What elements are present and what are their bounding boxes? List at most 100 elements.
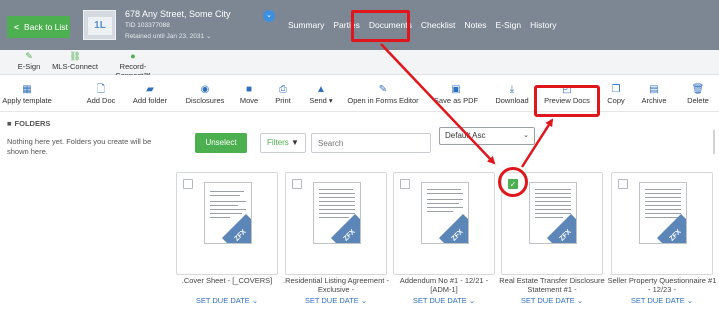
template-icon: ▦ [22,84,32,95]
pen-icon: ✎ [25,51,33,61]
set-due-date-link[interactable]: SET DUE DATE ⌄ [281,296,391,305]
mls-connect-button[interactable]: ⛓ MLS-Connect [50,51,100,71]
search-input[interactable] [311,133,431,153]
property-thumbnail[interactable]: 1L [83,10,116,40]
delete-button[interactable]: 🗑 Delete [683,83,713,105]
expand-details-icon[interactable]: ⌄ [263,10,275,22]
folders-heading: ■ FOLDERS [7,119,50,128]
set-due-date-link[interactable]: SET DUE DATE ⌄ [497,296,607,305]
print-icon: ⎙ [279,84,287,95]
set-due-date-link[interactable]: SET DUE DATE ⌄ [389,296,499,305]
document-card[interactable]: ZFX [176,172,278,275]
chevron-left-icon: < [14,22,19,32]
link-icon: ⛓ [69,51,81,61]
folders-title: FOLDERS [14,119,51,128]
set-due-date-link[interactable]: SET DUE DATE ⌄ [172,296,282,305]
edit-icon: ✎ [378,84,388,95]
mls-connect-label: MLS-Connect [52,62,98,71]
document-card[interactable]: ZFX [285,172,387,275]
document-thumbnail[interactable]: ZFX [529,182,577,244]
folder-icon: ■ [7,119,12,128]
move-button[interactable]: ■ Move [236,83,262,105]
transaction-id: TID 103377088 [125,22,170,29]
transaction-tabs: Summary Parties Documents Checklist Note… [288,17,566,33]
filters-button[interactable]: Filters ▼ [260,133,306,153]
document-title[interactable]: Seller Property Questionnaire #1 - 12/23… [607,276,717,294]
document-title[interactable]: .Cover Sheet - [_COVERS] [172,276,282,285]
archive-button[interactable]: ▤ Archive [637,83,671,105]
property-thumbnail-glyph: 1L [88,17,112,35]
add-doc-label: Add Doc [86,96,116,105]
archive-label: Archive [641,96,667,105]
document-thumbnail[interactable]: ZFX [313,182,361,244]
download-label: Download [495,96,529,105]
tab-checklist[interactable]: Checklist [421,17,455,33]
disclosures-button[interactable]: ◉ Disclosures [182,83,228,105]
document-thumbnail[interactable]: ZFX [639,182,687,244]
document-thumbnail[interactable]: ZFX [421,182,469,244]
document-checkbox[interactable] [292,179,302,189]
add-doc-button[interactable]: 🗋 Add Doc [84,83,118,105]
integration-bar: ✎ E-Sign ⛓ MLS-Connect ● Record-Connect™ [0,50,719,80]
print-label: Print [275,96,291,105]
disclosures-icon: ◉ [200,84,210,95]
open-forms-editor-button[interactable]: ✎ Open in Forms Editor [344,83,422,105]
tab-esign[interactable]: E-Sign [496,17,522,33]
open-forms-editor-label: Open in Forms Editor [347,96,419,105]
sort-select[interactable]: Default Asc ⌄ [439,127,535,145]
retention-date[interactable]: Retained until Jan 23, 2031 ⌄ [125,32,211,40]
property-address: 678 Any Street, Some City [125,9,231,19]
set-due-date-link[interactable]: SET DUE DATE ⌄ [607,296,717,305]
apply-template-button[interactable]: ▦ Apply template [2,83,52,105]
back-to-list-label: Back to List [23,22,68,32]
pdf-icon: ▣ [451,84,461,95]
send-icon: ▲ [316,84,326,95]
back-to-list-button[interactable]: < Back to List [7,16,70,38]
sort-select-value: Default Asc [445,131,486,140]
send-label: Send ▾ [309,96,333,105]
document-title[interactable]: Real Estate Transfer Disclosure Statemen… [497,276,607,294]
delete-icon: 🗑 [691,84,705,95]
copy-button[interactable]: ❐ Copy [604,83,628,105]
esign-integration-button[interactable]: ✎ E-Sign [14,51,44,71]
chevron-down-icon: ⌄ [523,132,529,139]
download-icon: ⤓ [509,84,515,95]
record-icon: ● [130,51,136,61]
tab-summary[interactable]: Summary [288,17,324,33]
save-as-pdf-button[interactable]: ▣ Save as PDF [432,83,480,105]
document-title[interactable]: .Residential Listing Agreement - Exclusi… [281,276,391,294]
add-doc-icon: 🗋 [96,84,106,95]
apply-template-label: Apply template [2,96,52,105]
scroll-edge [713,130,715,154]
add-folder-button[interactable]: ▰ Add folder [130,83,170,105]
unselect-button[interactable]: Unselect [195,133,247,153]
send-button[interactable]: ▲ Send ▾ [305,83,337,105]
folders-pane: ■ FOLDERS Nothing here yet. Folders you c… [0,112,170,310]
selected-checkbox-highlight [498,167,528,197]
tab-history[interactable]: History [530,17,556,33]
move-icon: ■ [245,84,253,95]
move-label: Move [239,96,259,105]
document-card[interactable]: ZFX [611,172,713,275]
save-as-pdf-label: Save as PDF [433,96,479,105]
add-folder-label: Add folder [132,96,168,105]
preview-docs-highlight [534,85,600,117]
folders-empty-message: Nothing here yet. Folders you create wil… [7,137,152,156]
filters-label: Filters [267,138,289,147]
document-card[interactable]: ZFX [393,172,495,275]
download-button[interactable]: ⤓ Download [494,83,530,105]
delete-label: Delete [687,96,709,105]
tab-notes[interactable]: Notes [464,17,486,33]
document-title[interactable]: Addendum No #1 - 12/21 - [ADM-1] [389,276,499,294]
document-thumbnail[interactable]: ZFX [204,182,252,244]
add-folder-icon: ▰ [146,84,154,95]
copy-icon: ❐ [611,84,621,95]
print-button[interactable]: ⎙ Print [271,83,295,105]
documents-toolbar: ▦ Apply template 🗋 Add Doc ▰ Add folder … [0,75,719,112]
document-checkbox[interactable] [183,179,193,189]
esign-integration-label: E-Sign [17,62,41,71]
archive-icon: ▤ [649,84,659,95]
document-checkbox[interactable] [618,179,628,189]
documents-tab-highlight [351,10,410,42]
document-checkbox[interactable] [400,179,410,189]
